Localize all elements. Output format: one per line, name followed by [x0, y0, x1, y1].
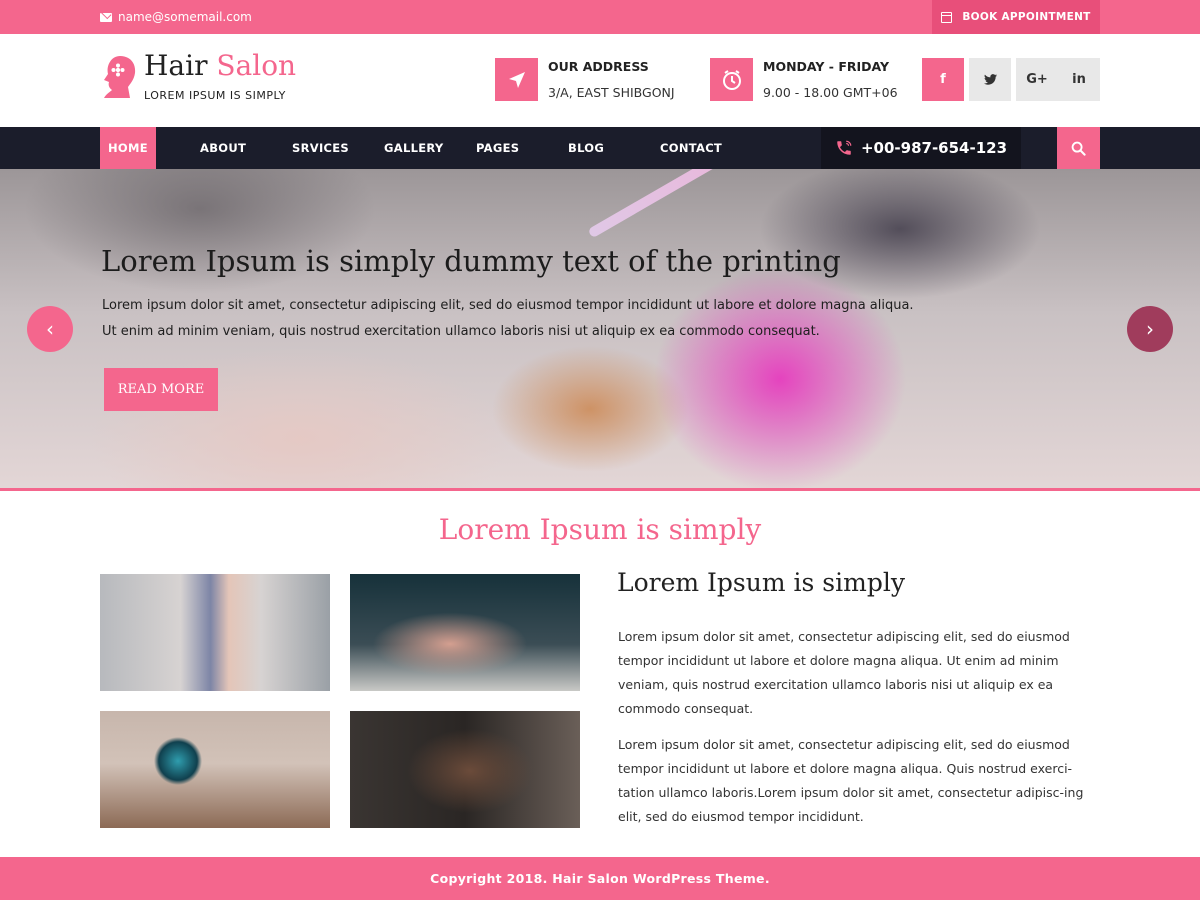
location-arrow-icon [495, 58, 538, 101]
envelope-icon [100, 12, 112, 22]
slider-prev-button[interactable]: ‹ [27, 306, 73, 352]
slider-next-button[interactable]: › [1127, 306, 1173, 352]
googleplus-icon[interactable]: G+ [1016, 58, 1058, 101]
site-logo-title[interactable]: Hair Salon [144, 49, 296, 82]
gallery-image-eye[interactable] [100, 711, 330, 828]
read-more-button[interactable]: READ MORE [104, 368, 218, 411]
book-appointment-label: BOOK APPOINTMENT [962, 11, 1091, 23]
email-text: name@somemail.com [118, 10, 252, 24]
address-title: OUR ADDRESS [548, 59, 649, 74]
gallery-image-woman[interactable] [100, 574, 330, 691]
gallery-image-haircut[interactable] [350, 711, 580, 828]
contact-email[interactable]: name@somemail.com [100, 0, 252, 34]
gallery-image-nails[interactable] [350, 574, 580, 691]
phone-number[interactable]: +00-987-654-123 [821, 127, 1021, 169]
chevron-right-icon: › [1146, 317, 1154, 341]
hero-text: Lorem ipsum dolor sit amet, consectetur … [102, 298, 914, 339]
twitter-icon[interactable] [969, 58, 1011, 101]
book-appointment-button[interactable]: BOOK APPOINTMENT [932, 0, 1100, 34]
about-paragraph-1: Lorem ipsum dolor sit amet, consectetur … [618, 629, 1070, 716]
about-title: Lorem Ipsum is simply [617, 568, 905, 597]
nav-blog[interactable]: BLOG [568, 127, 604, 169]
top-bar: name@somemail.com BOOK APPOINTMENT [0, 0, 1200, 34]
chevron-left-icon: ‹ [46, 317, 54, 341]
search-button[interactable] [1057, 127, 1100, 169]
facebook-icon[interactable]: f [922, 58, 964, 101]
section-title: Lorem Ipsum is simply [438, 513, 762, 546]
nav-services[interactable]: SRVICES [292, 127, 349, 169]
hours-title: MONDAY - FRIDAY [763, 59, 890, 74]
site-header: Hair Salon LOREM IPSUM IS SIMPLY OUR ADD… [0, 34, 1200, 127]
linkedin-icon[interactable]: in [1058, 58, 1100, 101]
main-nav: HOME ABOUT SRVICES GALLERY PAGES BLOG CO… [0, 127, 1200, 169]
footer-copyright: Copyright 2018. Hair Salon WordPress The… [0, 857, 1200, 900]
address-value: 3/A, EAST SHIBGONJ [548, 85, 675, 100]
logo-word-hair: Hair [144, 49, 208, 82]
calendar-icon [941, 11, 953, 23]
nav-about[interactable]: ABOUT [200, 127, 246, 169]
phone-number-text: +00-987-654-123 [860, 139, 1008, 157]
hero-title: Lorem Ipsum is simply dummy text of the … [101, 244, 841, 278]
about-paragraph-2: Lorem ipsum dolor sit amet, consectetur … [618, 737, 1084, 824]
nav-gallery[interactable]: GALLERY [384, 127, 444, 169]
woman-silhouette-icon[interactable] [100, 54, 138, 100]
site-tagline: LOREM IPSUM IS SIMPLY [144, 89, 286, 102]
hero-divider [0, 488, 1200, 491]
hero-slider: Lorem Ipsum is simply dummy text of the … [0, 169, 1200, 488]
hours-value: 9.00 - 18.00 GMT+06 [763, 85, 898, 100]
clock-icon [710, 58, 753, 101]
hero-background-image [587, 169, 870, 239]
nav-pages[interactable]: PAGES [476, 127, 519, 169]
nav-contact[interactable]: CONTACT [660, 127, 722, 169]
search-icon [1071, 141, 1086, 156]
logo-word-salon: Salon [216, 49, 297, 82]
nav-home[interactable]: HOME [100, 127, 156, 169]
phone-icon [837, 140, 852, 155]
